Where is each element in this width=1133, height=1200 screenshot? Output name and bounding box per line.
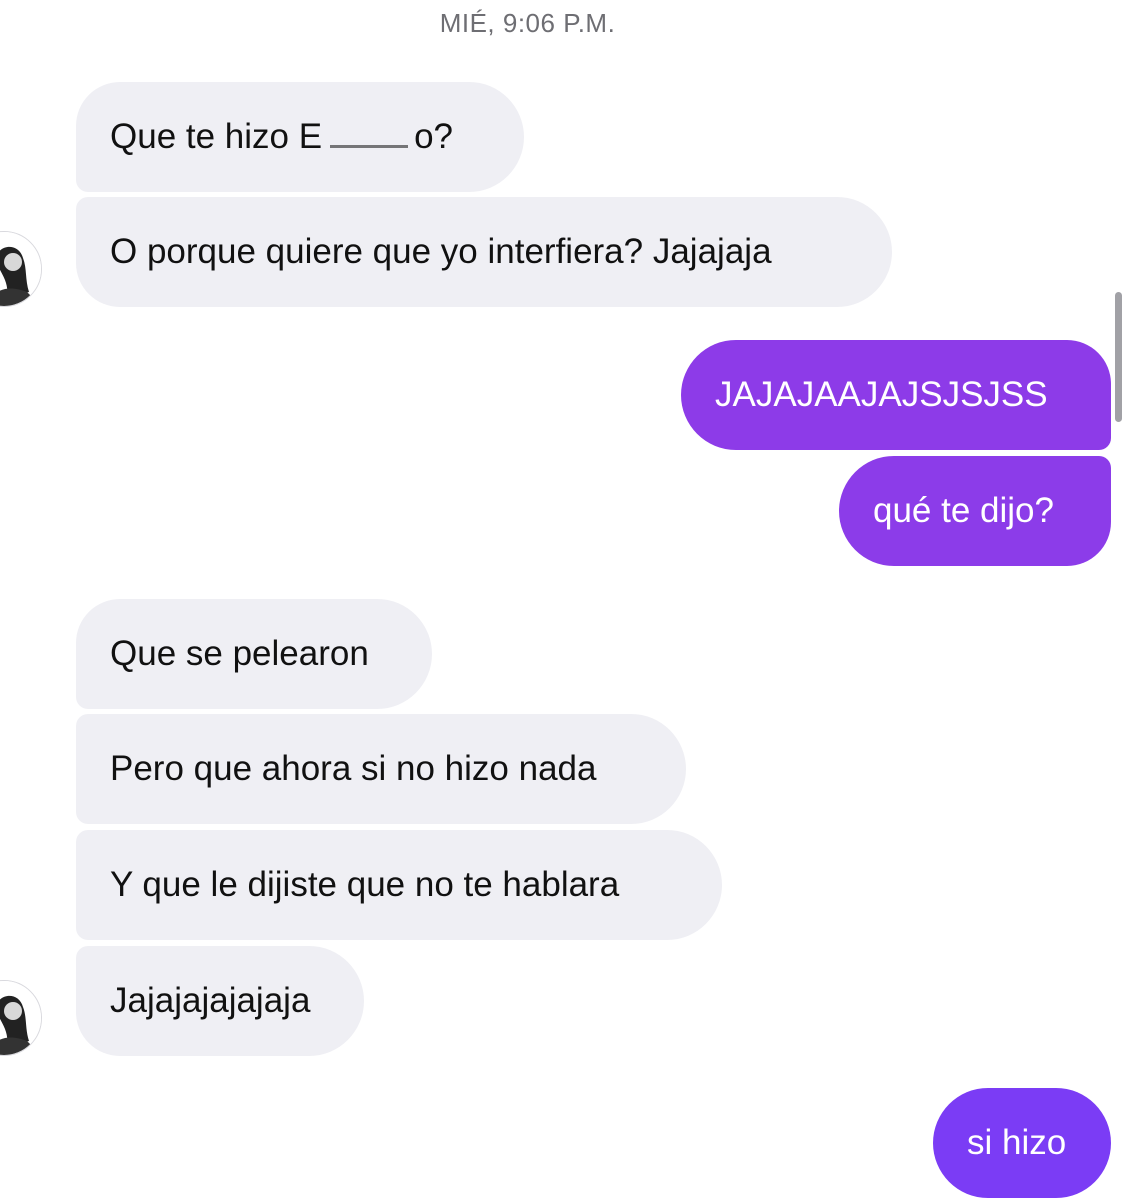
message-text: JAJAJAAJAJSJSJSS xyxy=(715,375,1048,414)
message-text: Que te hizo E xyxy=(110,117,323,156)
timestamp: MIÉ, 9:06 P.M. xyxy=(439,8,616,38)
message-bubble-incoming[interactable]: Pero que ahora si no hizo nada xyxy=(76,714,686,824)
message-bubble-incoming[interactable]: Que se pelearon xyxy=(76,599,432,709)
message-text: Pero que ahora si no hizo nada xyxy=(110,749,597,788)
message-bubble-incoming[interactable]: Y que le dijiste que no te hablara xyxy=(76,830,722,940)
message-bubble-incoming[interactable]: Jajajajajajaja xyxy=(76,946,364,1056)
message-bubble-outgoing[interactable]: JAJAJAAJAJSJSJSS xyxy=(681,340,1111,450)
message-text: Y que le dijiste que no te hablara xyxy=(110,865,620,904)
avatar-photo-icon xyxy=(0,232,41,306)
message-text: Jajajajajajaja xyxy=(110,981,311,1020)
message-text: O porque quiere que yo interfiera? Jajaj… xyxy=(110,232,772,271)
avatar[interactable] xyxy=(0,980,42,1056)
message-text: si hizo xyxy=(967,1123,1067,1162)
message-bubble-outgoing[interactable]: si hizo xyxy=(933,1088,1111,1198)
scrollbar[interactable] xyxy=(1115,292,1122,422)
avatar[interactable] xyxy=(0,231,42,307)
message-bubble-incoming[interactable]: O porque quiere que yo interfiera? Jajaj… xyxy=(76,197,892,307)
avatar-photo-icon xyxy=(0,981,41,1055)
message-text-suffix: o? xyxy=(414,117,454,156)
message-text: qué te dijo? xyxy=(873,491,1054,530)
message-text: Que se pelearon xyxy=(110,634,369,673)
message-bubble-incoming[interactable]: Que te hizo E o? xyxy=(76,82,524,192)
redacted-name xyxy=(322,122,415,152)
message-bubble-outgoing[interactable]: qué te dijo? xyxy=(839,456,1111,566)
